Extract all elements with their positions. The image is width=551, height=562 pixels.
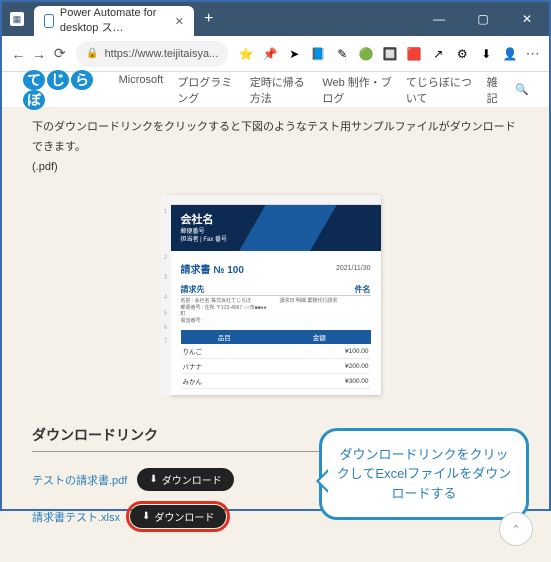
url-input[interactable]: 🔒 https://www.teijitaisya... (76, 41, 228, 67)
window-maximize[interactable]: ▢ (461, 2, 505, 36)
tab-favicon (44, 14, 54, 28)
browser-tab[interactable]: Power Automate for desktop ス… ✕ (34, 6, 194, 36)
ext-icon[interactable]: ↗ (430, 46, 446, 62)
invoice-table: 品目金額 りんご¥100.00バナナ¥200.00みかん¥300.00 (181, 330, 371, 389)
invoice-date: 2021/11/30 (336, 265, 371, 272)
nav-back[interactable]: ← (8, 46, 29, 62)
nav-reload[interactable]: ⟳ (49, 45, 70, 62)
company-name: 会社名 (181, 211, 371, 227)
ext-icon[interactable]: 👤 (502, 46, 518, 62)
instruction-callout: ダウンロードリンクをクリックしてExcelファイルをダウンロードする (319, 428, 529, 521)
window-minimize[interactable]: ― (417, 2, 461, 36)
ext-icon[interactable]: 🟢 (358, 46, 374, 62)
nav-item[interactable]: 雑記 (487, 74, 504, 106)
nav-forward[interactable]: → (29, 46, 50, 62)
scroll-top-button[interactable]: ⌃ (499, 512, 533, 546)
nav-item[interactable]: てじらぼについて (406, 74, 473, 106)
download-button[interactable]: ⬇ダウンロード (137, 468, 233, 491)
nav-item[interactable]: 定時に帰る方法 (250, 74, 309, 106)
billto-lines: 名前 : 会社名 株式会社てじらぼ郵便番号 : 住所 〒123-4567 ○○市… (181, 298, 272, 324)
site-logo[interactable]: てじらぼ (22, 70, 101, 110)
ext-icon[interactable]: 📌 (262, 46, 278, 62)
download-button[interactable]: ⬇ダウンロード (130, 505, 226, 528)
site-header: てじらぼ Microsoft プログラミング定時に帰る方法 Web 制作・ブログてじ… (2, 72, 549, 108)
download-link[interactable]: 請求書テスト.xlsx (32, 509, 120, 525)
document-preview: 12 34 56 7 会社名 郵便番号担当者 | Fax 番号 請求書 № 10… (171, 195, 381, 395)
intro-text: 下のダウンロードリンクをクリックすると下図のようなテスト用サンプルファイルがダウ… (32, 118, 519, 177)
url-text: https://www.teijitaisya... (105, 48, 219, 60)
download-link[interactable]: テストの請求書.pdf (32, 472, 127, 488)
lock-icon: 🔒 (86, 48, 98, 59)
ext-icon[interactable]: ✎ (334, 46, 350, 62)
search-icon[interactable]: 🔍 (515, 83, 529, 96)
document-preview-wrap: 12 34 56 7 会社名 郵便番号担当者 | Fax 番号 請求書 № 10… (171, 195, 381, 395)
download-icon: ⬇ (142, 511, 150, 522)
company-sub: 郵便番号担当者 | Fax 番号 (181, 229, 371, 245)
address-bar: ← → ⟳ 🔒 https://www.teijitaisya... ⭐ 📌 ➤ 📘 ✎… (2, 36, 549, 72)
tab-title: Power Automate for desktop ス… (60, 7, 167, 35)
page-content: 下のダウンロードリンクをクリックすると下図のようなテスト用サンプルファイルがダウ… (2, 108, 549, 562)
invoice-title: 請求書 № 100 (181, 261, 244, 276)
ext-icon[interactable]: 📘 (310, 46, 326, 62)
item-label: 件名 (355, 284, 371, 295)
window-close[interactable]: ✕ (505, 2, 549, 36)
tab-close-icon[interactable]: ✕ (175, 15, 184, 28)
ext-icon[interactable]: 🟥 (406, 46, 422, 62)
billto-label: 請求先 (181, 284, 205, 295)
ruler-top (171, 195, 381, 205)
ext-icon[interactable]: 🔲 (382, 46, 398, 62)
nav-item[interactable]: Microsoft (119, 74, 164, 106)
doc-header: 会社名 郵便番号担当者 | Fax 番号 (171, 205, 381, 251)
nav-item[interactable]: Web 制作・ブログ (322, 74, 392, 106)
window-titlebar: ▦ Power Automate for desktop ス… ✕ + ― ▢ … (2, 2, 549, 36)
ext-icon[interactable]: ⚙ (454, 46, 470, 62)
extension-icons: ⭐ 📌 ➤ 📘 ✎ 🟢 🔲 🟥 ↗ ⚙ ⬇ 👤 (238, 46, 518, 62)
new-tab-button[interactable]: + (204, 10, 213, 28)
app-icon: ▦ (10, 12, 24, 26)
nav-item[interactable]: プログラミング (177, 74, 236, 106)
ext-icon[interactable]: ⬇ (478, 46, 494, 62)
item-lines: 請求日 明細 業務代行請求 (280, 298, 371, 324)
download-icon: ⬇ (149, 474, 157, 485)
ext-icon[interactable]: ➤ (286, 46, 302, 62)
ext-icon[interactable]: ⭐ (238, 46, 254, 62)
site-nav: Microsoft プログラミング定時に帰る方法 Web 制作・ブログてじらぼについ… (119, 74, 504, 106)
menu-button[interactable]: ⋯ (522, 45, 543, 62)
